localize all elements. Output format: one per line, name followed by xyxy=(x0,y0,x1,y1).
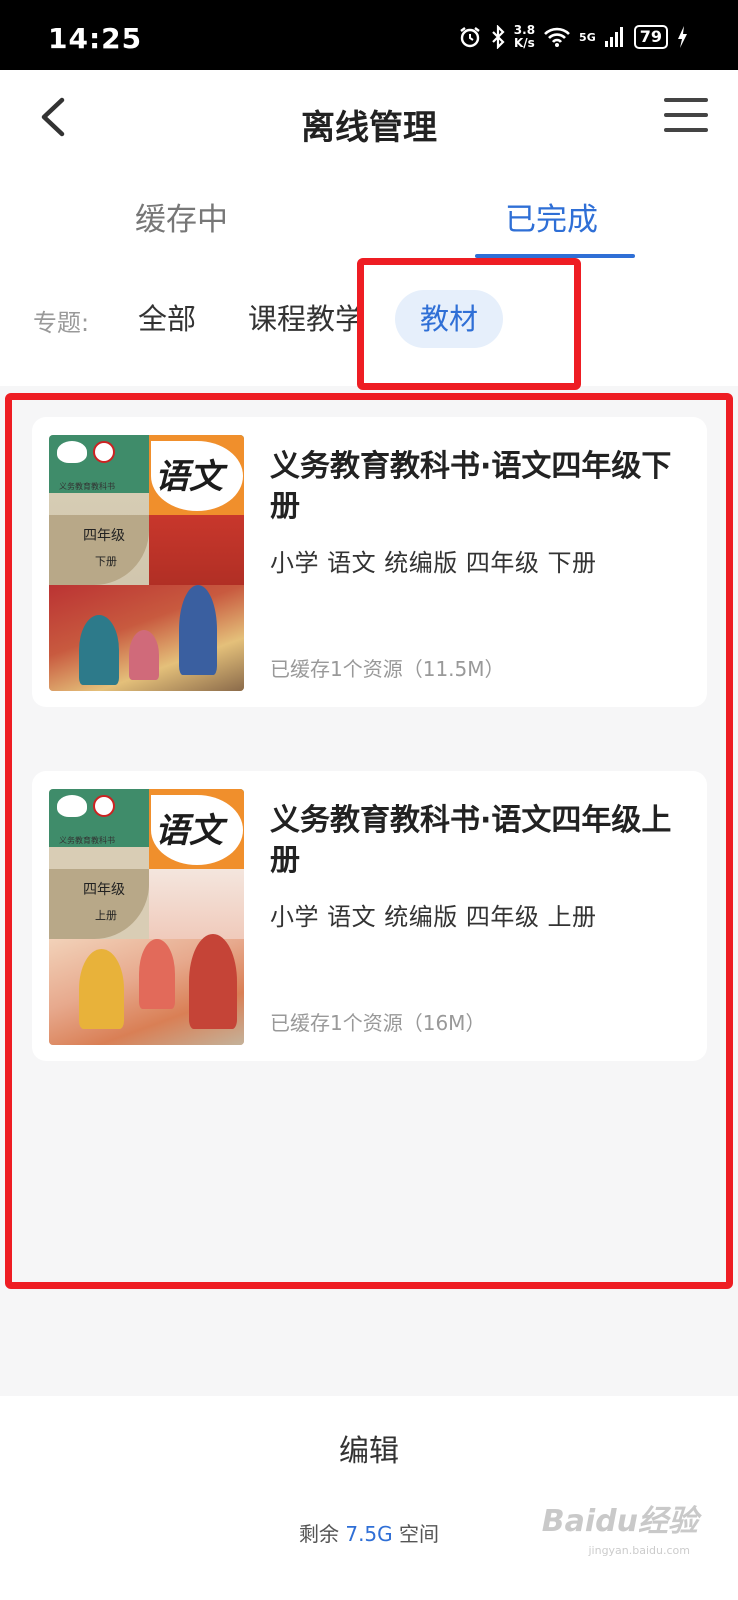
tab-caching[interactable]: 缓存中 xyxy=(135,194,228,239)
battery-icon: 79 xyxy=(633,25,668,49)
figure-illustration xyxy=(139,939,175,1009)
book-cover: 义务教育教科书 语文 四年级 下册 xyxy=(49,435,244,691)
topic-filter: 专题: 全部 课程教学 教材 xyxy=(0,260,738,386)
edit-button[interactable]: 编辑 xyxy=(0,1426,738,1470)
wifi-icon xyxy=(544,27,570,47)
seal-icon xyxy=(93,795,115,817)
book-title: 义务教育教科书·语文四年级上册 xyxy=(270,803,672,878)
storage-prefix: 剩余 xyxy=(298,1522,339,1546)
signal-icon xyxy=(604,27,623,47)
bottom-bar: 编辑 剩余 7.5G 空间 Baidu经验 jingyan.baidu.com xyxy=(0,1396,738,1600)
book-meta: 小学 语文 统编版 四年级 下册 xyxy=(270,549,597,577)
book-card[interactable]: 义务教育教科书 语文 四年级 下册 义务教育教科书·语文四年级下册 小学 语文 … xyxy=(32,417,707,707)
book-cover: 义务教育教科书 语文 四年级 上册 xyxy=(49,789,244,1045)
figure-illustration xyxy=(79,949,124,1029)
status-bar: 14:25 3.8 K/s 5G 79 xyxy=(0,0,738,70)
book-cache-info: 已缓存1个资源（16M） xyxy=(270,1011,486,1035)
tab-completed[interactable]: 已完成 xyxy=(505,194,598,239)
charging-icon xyxy=(678,26,687,48)
bluetooth-icon xyxy=(492,25,505,49)
cover-grade: 四年级 xyxy=(83,528,125,544)
cover-volume: 上册 xyxy=(95,909,117,922)
status-time: 14:25 xyxy=(48,22,143,55)
filter-chip-textbook[interactable]: 教材 xyxy=(395,290,504,348)
app-header: 离线管理 xyxy=(0,70,738,180)
menu-button[interactable] xyxy=(664,98,708,138)
filter-chip-course-teaching[interactable]: 课程教学 xyxy=(248,290,364,348)
baidu-watermark-url: jingyan.baidu.com xyxy=(588,1544,690,1557)
net-speed: 3.8 K/s xyxy=(513,23,536,50)
seal-icon xyxy=(93,441,115,463)
storage-value: 7.5G xyxy=(345,1522,393,1546)
menu-icon-bar xyxy=(664,128,708,132)
figure-illustration xyxy=(79,615,119,685)
cover-subject: 语文 xyxy=(155,811,223,851)
status-icons: 3.8 K/s 5G 79 xyxy=(458,22,688,52)
active-tab-indicator xyxy=(475,254,635,258)
page-title: 离线管理 xyxy=(301,108,437,148)
publisher-logo-icon xyxy=(57,441,87,463)
publisher-logo-icon xyxy=(57,795,87,817)
baidu-watermark: Baidu经验 xyxy=(541,1504,698,1539)
book-card[interactable]: 义务教育教科书 语文 四年级 上册 义务教育教科书·语文四年级上册 小学 语文 … xyxy=(32,771,707,1061)
storage-suffix: 空间 xyxy=(399,1522,440,1546)
cover-series: 义务教育教科书 xyxy=(59,482,115,491)
tab-bar: 缓存中 已完成 xyxy=(0,180,738,260)
menu-icon-bar xyxy=(664,98,708,102)
book-meta: 小学 语文 统编版 四年级 上册 xyxy=(270,903,597,931)
network-type: 5G xyxy=(579,30,596,44)
figure-illustration xyxy=(189,934,237,1029)
figure-illustration xyxy=(129,630,159,680)
filter-label: 专题: xyxy=(33,309,90,337)
menu-icon-bar xyxy=(664,113,708,117)
cover-volume: 下册 xyxy=(95,555,117,568)
book-cache-info: 已缓存1个资源（11.5M） xyxy=(270,657,505,681)
filter-chip-all[interactable]: 全部 xyxy=(138,290,196,348)
cover-subject: 语文 xyxy=(155,457,223,497)
cover-grade: 四年级 xyxy=(83,882,125,898)
figure-illustration xyxy=(179,585,217,675)
book-title: 义务教育教科书·语文四年级下册 xyxy=(270,449,672,524)
alarm-icon xyxy=(460,27,480,48)
cover-series: 义务教育教科书 xyxy=(59,836,115,845)
